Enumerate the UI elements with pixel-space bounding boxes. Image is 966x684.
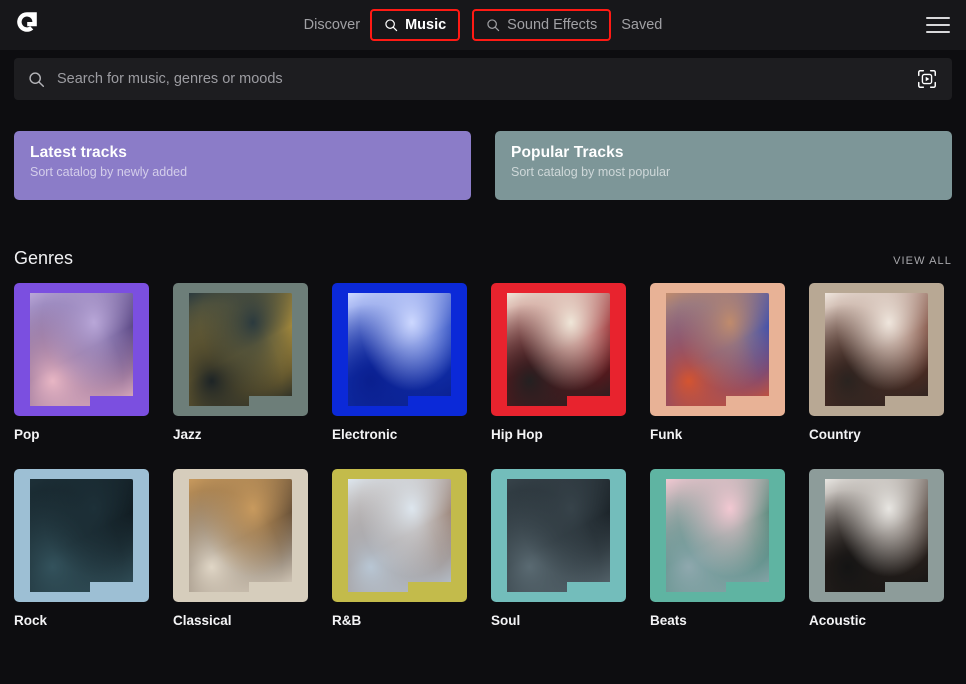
- hamburger-menu-icon[interactable]: [926, 14, 950, 36]
- genre-tile-photo: [30, 479, 133, 592]
- genre-tile-artwork: [491, 283, 626, 416]
- sort-card-popular-tracks[interactable]: Popular Tracks Sort catalog by most popu…: [495, 131, 952, 200]
- hamburger-line: [926, 17, 950, 19]
- sort-card-title: Popular Tracks: [511, 144, 624, 161]
- genre-tile-photo: [348, 479, 451, 592]
- genre-tile[interactable]: Rock: [14, 469, 149, 628]
- genre-tile-artwork: [809, 469, 944, 602]
- genre-tile-photo-mask: [825, 479, 928, 592]
- sort-card-subtitle: Sort catalog by most popular: [511, 165, 671, 179]
- genre-tile-photo-mask: [507, 479, 610, 592]
- genre-tile-label: Acoustic: [809, 613, 867, 628]
- genre-tile-label: Funk: [650, 427, 683, 442]
- hamburger-line: [926, 31, 950, 33]
- sort-card-title: Latest tracks: [30, 144, 127, 161]
- genre-tile-photo: [348, 293, 451, 406]
- genre-tile[interactable]: Funk: [650, 283, 785, 442]
- genre-tile-photo-mask: [825, 293, 928, 406]
- genre-tile-label: Hip Hop: [491, 427, 543, 442]
- genre-tile-artwork: [332, 469, 467, 602]
- genre-tile[interactable]: Acoustic: [809, 469, 944, 628]
- genre-tile-label: Country: [809, 427, 861, 442]
- nav-label-discover: Discover: [303, 17, 361, 33]
- genre-tile-photo: [825, 293, 928, 406]
- genre-tile-artwork: [14, 469, 149, 602]
- genre-tile-artwork: [173, 283, 308, 416]
- genre-tile-label: Pop: [14, 427, 40, 442]
- genre-tile-photo-mask: [30, 479, 133, 592]
- genre-tile[interactable]: Pop: [14, 283, 149, 442]
- nav-label-saved: Saved: [621, 17, 663, 33]
- genre-tile-artwork: [332, 283, 467, 416]
- genre-tile-photo: [189, 293, 292, 406]
- genre-tile[interactable]: R&B: [332, 469, 467, 628]
- nav-label-sound-effects: Sound Effects: [507, 17, 598, 33]
- genre-tile-photo-mask: [30, 293, 133, 406]
- genre-tile[interactable]: Soul: [491, 469, 626, 628]
- genre-tile-photo: [507, 479, 610, 592]
- nav-label-music: Music: [405, 17, 447, 33]
- genre-tile[interactable]: Hip Hop: [491, 283, 626, 442]
- genre-tile-artwork: [650, 469, 785, 602]
- genre-tile-label: Classical: [173, 613, 232, 628]
- sort-card-subtitle: Sort catalog by newly added: [30, 165, 188, 179]
- genre-tile-artwork: [809, 283, 944, 416]
- search-icon: [486, 18, 500, 32]
- nav-item-sound-effects[interactable]: Sound Effects: [472, 9, 612, 41]
- nav-item-music[interactable]: Music: [370, 9, 461, 41]
- genre-tile-photo: [666, 293, 769, 406]
- genre-tile-label: Soul: [491, 613, 521, 628]
- main-nav: Discover Music Sound Effects Saved: [0, 0, 966, 50]
- genre-tile-photo-mask: [348, 293, 451, 406]
- genre-tile-label: Rock: [14, 613, 48, 628]
- nav-item-saved[interactable]: Saved: [609, 11, 674, 39]
- genre-tile-label: Electronic: [332, 427, 398, 442]
- genre-tile-artwork: [491, 469, 626, 602]
- genre-tile-photo-mask: [189, 293, 292, 406]
- genre-tile-label: Beats: [650, 613, 687, 628]
- genre-tile[interactable]: Classical: [173, 469, 308, 628]
- sort-card-latest-tracks[interactable]: Latest tracks Sort catalog by newly adde…: [14, 131, 471, 200]
- genre-tile-photo-mask: [666, 293, 769, 406]
- page-title: Genres: [14, 248, 74, 268]
- genre-tile-label: Jazz: [173, 427, 202, 442]
- genre-tile-photo: [30, 293, 133, 406]
- scan-media-icon[interactable]: [916, 68, 938, 90]
- genres-section-header: Genres VIEW ALL: [14, 248, 952, 269]
- genre-tile-photo: [507, 293, 610, 406]
- view-all-link[interactable]: VIEW ALL: [893, 255, 952, 267]
- genre-tile-label: R&B: [332, 613, 362, 628]
- search-input[interactable]: [57, 71, 916, 87]
- genre-tile-photo-mask: [189, 479, 292, 592]
- search-icon: [384, 18, 398, 32]
- genre-tile-artwork: [14, 283, 149, 416]
- genre-tile[interactable]: Country: [809, 283, 944, 442]
- nav-item-discover[interactable]: Discover: [292, 11, 372, 39]
- genre-tile[interactable]: Jazz: [173, 283, 308, 442]
- genre-tile-photo-mask: [507, 293, 610, 406]
- genre-tile-photo-mask: [666, 479, 769, 592]
- hamburger-line: [926, 24, 950, 26]
- genre-tile-artwork: [173, 469, 308, 602]
- genre-tile-photo: [825, 479, 928, 592]
- search-bar[interactable]: [14, 58, 952, 100]
- search-icon: [28, 71, 45, 88]
- genre-tile-artwork: [650, 283, 785, 416]
- genre-tile-photo: [189, 479, 292, 592]
- genre-tile-photo: [666, 479, 769, 592]
- genre-tile[interactable]: Beats: [650, 469, 785, 628]
- genre-tile-photo-mask: [348, 479, 451, 592]
- genre-tile[interactable]: Electronic: [332, 283, 467, 442]
- genre-grid: Pop Jazz Electronic Hip Hop Funk Country Rock C…: [14, 283, 952, 628]
- sort-cards: Latest tracks Sort catalog by newly adde…: [14, 131, 952, 200]
- top-navigation-bar: Discover Music Sound Effects Saved: [0, 0, 966, 50]
